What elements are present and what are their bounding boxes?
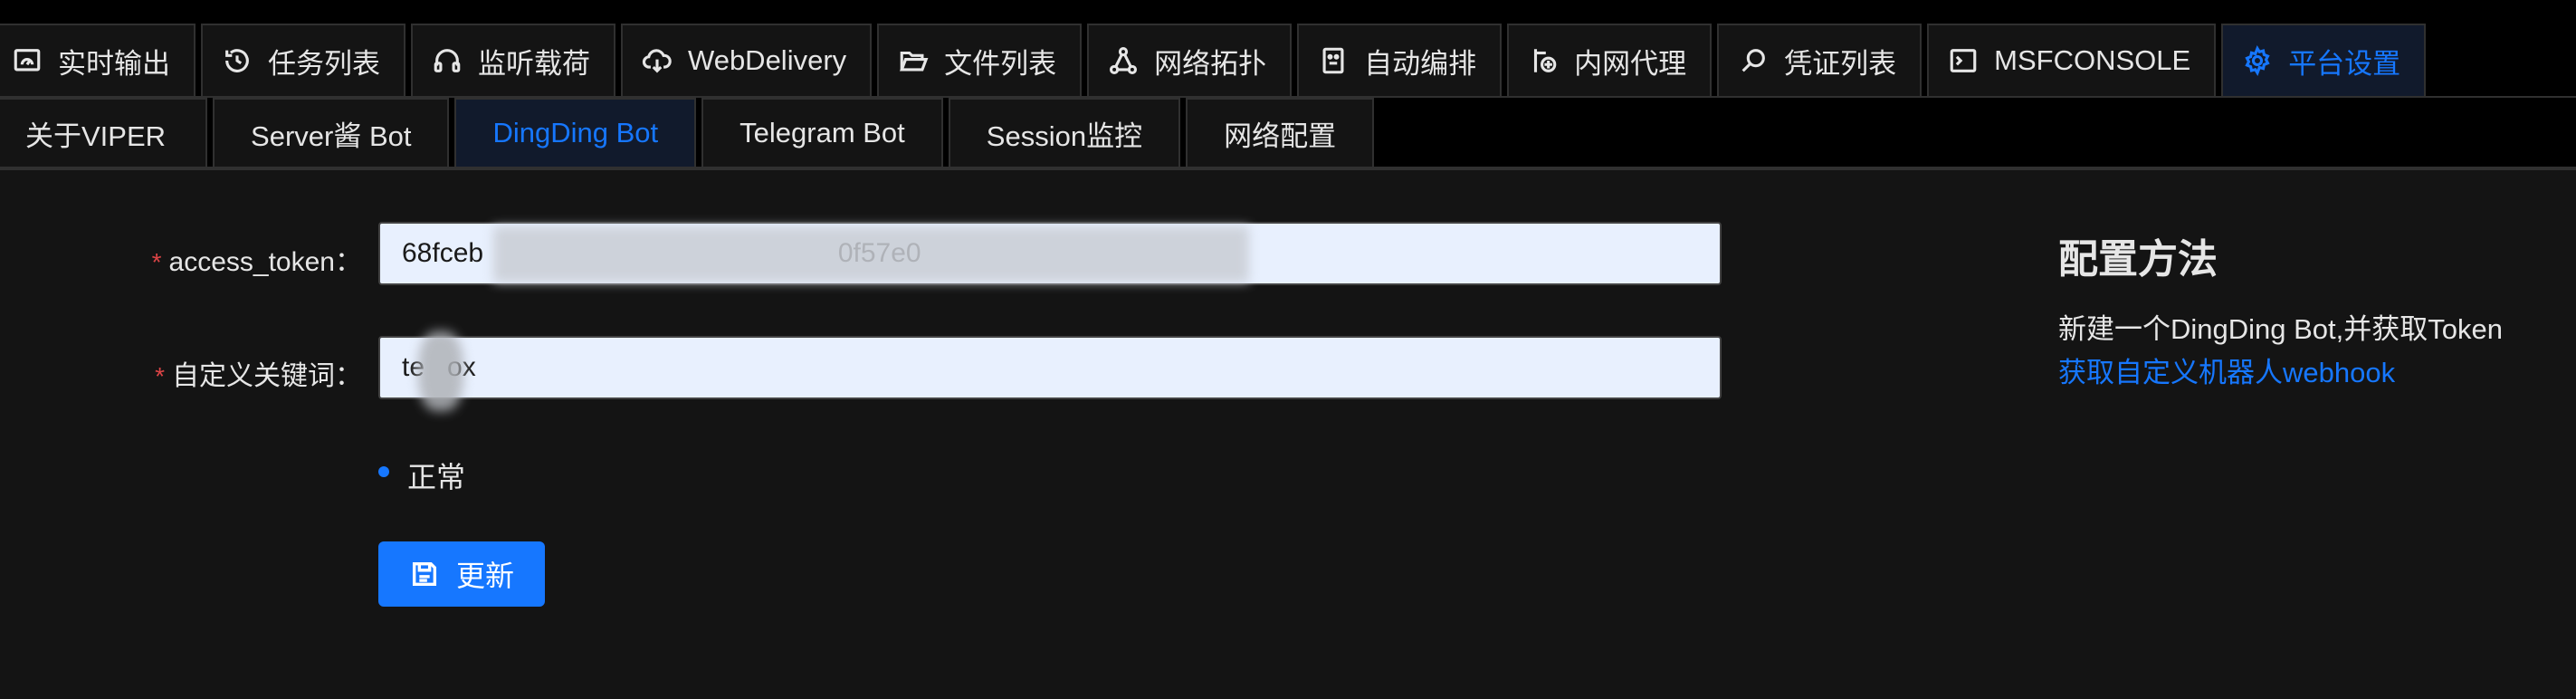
- sub-tab-bar: 关于VIPER Server酱 Bot DingDing Bot Telegra…: [0, 98, 2576, 170]
- required-marker: *: [151, 248, 162, 276]
- top-tab-bar: 实时输出 任务列表 监听载荷 WebDelivery 文件列表 网络拓扑 自动编…: [0, 0, 2576, 98]
- tab-label: 网络拓扑: [1154, 47, 1267, 80]
- tab-network-topology[interactable]: 网络拓扑: [1087, 24, 1293, 96]
- tab-intranet-proxy[interactable]: 内网代理: [1507, 24, 1713, 96]
- tab-label: 任务列表: [268, 47, 380, 80]
- update-button[interactable]: 更新: [378, 541, 545, 607]
- update-button-label: 更新: [455, 560, 514, 592]
- tab-listener-payload[interactable]: 监听载荷: [411, 24, 615, 96]
- required-marker: *: [155, 362, 165, 390]
- save-icon: [412, 561, 437, 587]
- cloud-download-icon: [641, 44, 673, 77]
- help-text: 新建一个DingDing Bot,并获取Token: [2058, 313, 2503, 345]
- tab-label: 凭证列表: [1784, 47, 1897, 80]
- robot-icon: [1317, 44, 1350, 77]
- history-icon: [221, 44, 253, 77]
- tab-msfconsole[interactable]: MSFCONSOLE: [1927, 24, 2217, 96]
- subtab-dingding-bot[interactable]: DingDing Bot: [454, 98, 697, 167]
- tab-auto-orchestration[interactable]: 自动编排: [1297, 24, 1503, 96]
- folder-open-icon: [897, 44, 930, 77]
- redaction-blur: [493, 226, 1249, 282]
- tab-credential-list[interactable]: 凭证列表: [1717, 24, 1922, 96]
- gear-icon: [2241, 44, 2274, 77]
- help-title: 配置方法: [2058, 237, 2218, 282]
- subtab-session-monitor[interactable]: Session监控: [948, 98, 1181, 167]
- subtab-network-config[interactable]: 网络配置: [1186, 98, 1375, 167]
- keyword-label: * 自定义关键词：: [155, 361, 362, 391]
- subtab-telegram-bot[interactable]: Telegram Bot: [701, 98, 943, 167]
- search-icon: [1737, 44, 1770, 77]
- tab-label: 文件列表: [944, 47, 1057, 80]
- tab-file-list[interactable]: 文件列表: [877, 24, 1083, 96]
- subtab-serverchan-bot[interactable]: Server酱 Bot: [213, 98, 450, 167]
- headphones-icon: [431, 44, 463, 77]
- keyword-label-text: 自定义关键词: [172, 361, 335, 391]
- dashboard-icon: [11, 44, 43, 77]
- webhook-help-link[interactable]: 获取自定义机器人webhook: [2058, 350, 2395, 390]
- tab-label: MSFCONSOLE: [1994, 44, 2191, 76]
- tab-label: 监听载荷: [478, 47, 590, 80]
- access-token-label-text: access_token: [168, 247, 335, 277]
- tab-task-list[interactable]: 任务列表: [201, 24, 405, 96]
- tab-label: 平台设置: [2288, 47, 2401, 80]
- terminal-icon: [1947, 44, 1980, 77]
- access-token-label: * access_token：: [151, 247, 362, 277]
- tab-label: 内网代理: [1574, 47, 1687, 80]
- tab-platform-settings[interactable]: 平台设置: [2221, 24, 2427, 96]
- tab-realtime-output[interactable]: 实时输出: [0, 24, 196, 96]
- network-icon: [1107, 44, 1140, 77]
- redaction-blur: [418, 331, 463, 411]
- status-dot: [378, 466, 389, 477]
- status-text: 正常: [407, 461, 466, 493]
- tab-webdelivery[interactable]: WebDelivery: [621, 24, 873, 96]
- tab-label: 自动编排: [1364, 47, 1477, 80]
- tab-label: 实时输出: [58, 47, 170, 80]
- proxy-icon: [1527, 44, 1560, 77]
- subtab-about-viper[interactable]: 关于VIPER: [0, 98, 208, 167]
- tab-label: WebDelivery: [688, 44, 847, 76]
- keyword-input[interactable]: [378, 336, 1722, 399]
